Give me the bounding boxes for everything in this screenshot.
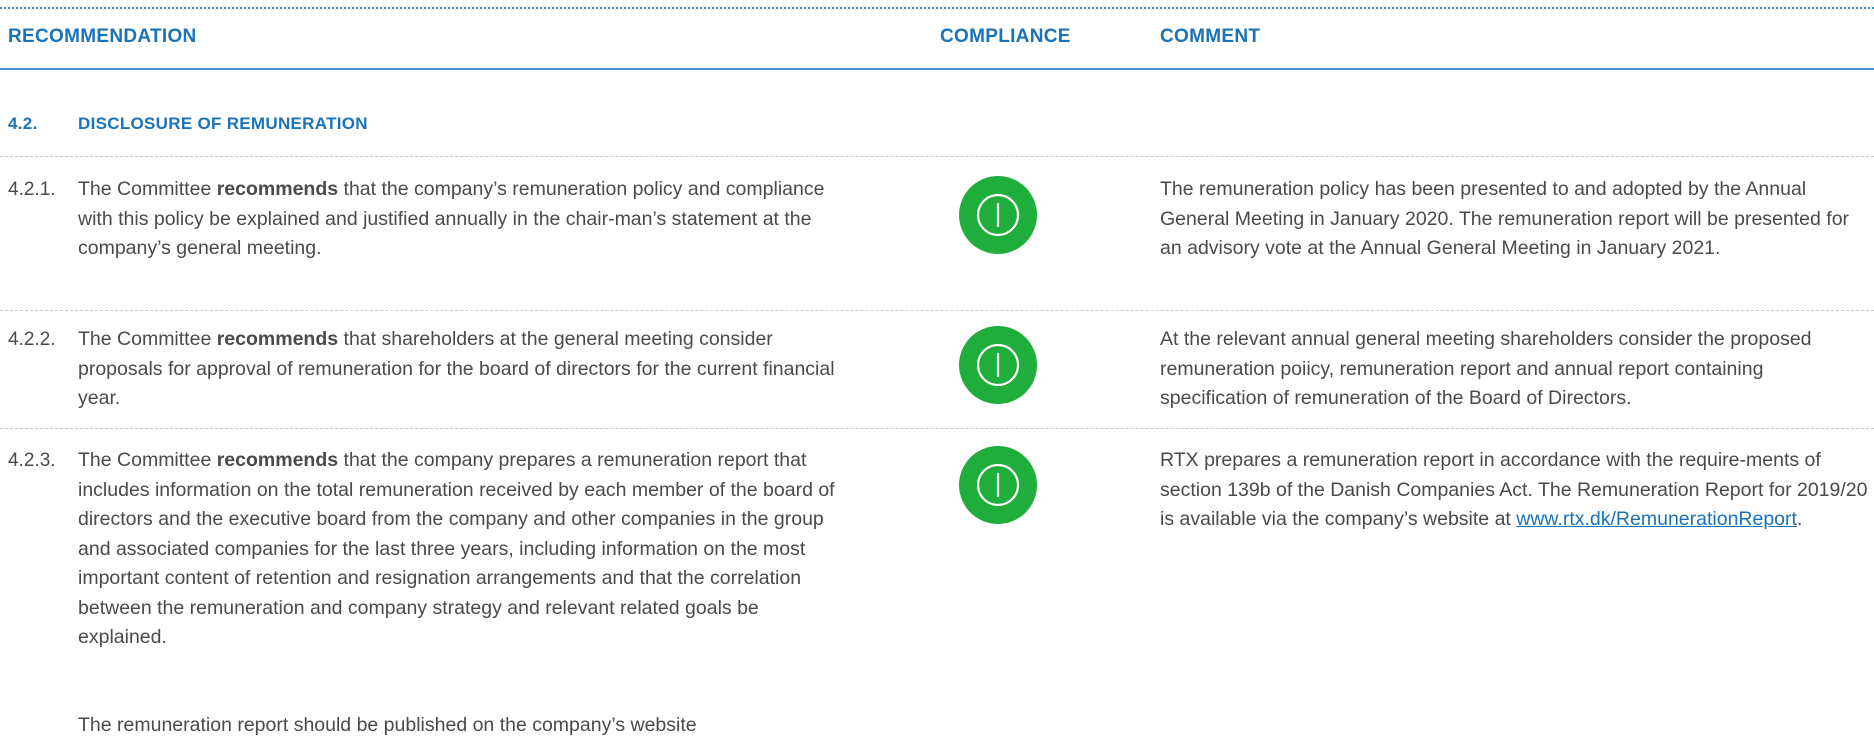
column-header-compliance: COMPLIANCE: [940, 26, 1071, 47]
row-number: 4.2.2.: [8, 329, 56, 350]
row-divider: [0, 428, 1874, 429]
remuneration-report-link[interactable]: www.rtx.dk/RemunerationReport: [1516, 508, 1797, 530]
row-number: 4.2.3.: [8, 450, 56, 471]
column-header-comment: COMMENT: [1160, 26, 1261, 47]
recommendation-body: that the company prepares a remuneration…: [78, 449, 835, 648]
comment-text: At the relevant annual general meeting s…: [1160, 328, 1812, 409]
header-rule: [0, 68, 1874, 70]
row-divider: [0, 310, 1874, 311]
compliance-badge: [959, 326, 1037, 404]
compliance-badge: [959, 446, 1037, 524]
row-number: 4.2.1.: [8, 179, 56, 200]
recommendation-prefix: The Committee: [78, 449, 217, 471]
row-divider: [0, 156, 1874, 157]
recommendation-keyword: recommends: [216, 328, 339, 350]
recommendation-text: The Committee recommends that the compan…: [78, 175, 848, 264]
comment-text: The remuneration policy has been present…: [1160, 178, 1850, 259]
power-icon: [976, 193, 1020, 237]
recommendation-prefix: The Committee: [78, 328, 217, 350]
recommendation-keyword: recommends: [216, 449, 339, 471]
comment-end: .: [1796, 508, 1803, 530]
recommendation-text: The Committee recommends that shareholde…: [78, 325, 848, 414]
compliance-badge: [959, 176, 1037, 254]
recommendation-keyword: recommends: [216, 178, 339, 200]
comment-text: RTX prepares a remuneration report in ac…: [1160, 446, 1874, 535]
power-icon: [976, 343, 1020, 387]
recommendation-text: The Committee recommends that the compan…: [78, 446, 848, 653]
recommendation-paragraph-2: The remuneration report should be publis…: [78, 714, 697, 736]
column-header-recommendation: RECOMMENDATION: [8, 26, 197, 47]
section-number: 4.2.: [8, 114, 38, 133]
recommendation-prefix: The Committee: [78, 178, 217, 200]
section-title: DISCLOSURE OF REMUNERATION: [78, 114, 368, 133]
top-dotted-rule: [0, 7, 1874, 9]
power-icon: [976, 463, 1020, 507]
